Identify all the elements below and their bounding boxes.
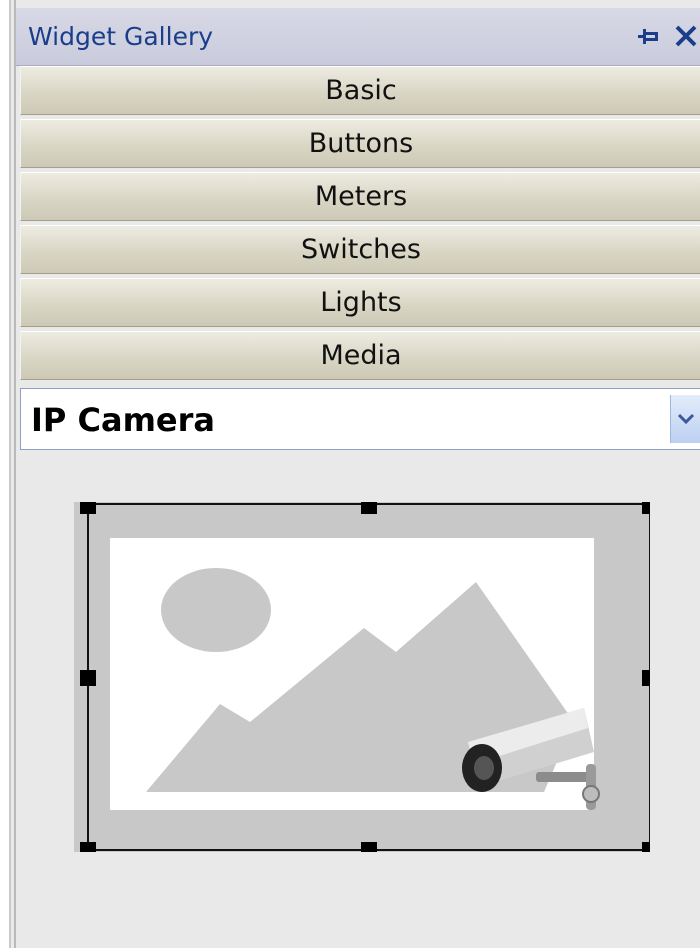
widget-type-select[interactable]: IP Camera <box>20 388 700 450</box>
category-media-button[interactable]: Media <box>20 331 700 380</box>
panel-title: Widget Gallery <box>28 22 214 51</box>
category-basic-button[interactable]: Basic <box>20 66 700 115</box>
dropdown-button[interactable] <box>670 395 700 443</box>
handle-mr <box>642 670 650 686</box>
handle-tm <box>361 502 377 514</box>
chevron-down-icon <box>677 413 695 425</box>
handle-tr <box>642 502 650 514</box>
widget-type-value: IP Camera <box>31 401 215 439</box>
handle-bm <box>361 842 377 852</box>
widget-gallery-panel: Widget Gallery Basic Buttons Meters Swit… <box>14 0 700 948</box>
category-buttons-button[interactable]: Buttons <box>20 119 700 168</box>
handle-br <box>642 842 650 852</box>
ip-camera-widget-preview[interactable] <box>74 502 650 852</box>
category-lights-button[interactable]: Lights <box>20 278 700 327</box>
category-list: Basic Buttons Meters Switches Lights Med… <box>20 66 700 384</box>
category-switches-button[interactable]: Switches <box>20 225 700 274</box>
handle-tl <box>80 502 96 514</box>
sun-icon <box>161 568 271 652</box>
pin-icon[interactable] <box>636 24 662 50</box>
close-icon[interactable] <box>672 22 700 50</box>
panel-titlebar: Widget Gallery <box>16 8 700 66</box>
category-meters-button[interactable]: Meters <box>20 172 700 221</box>
outer-window-border <box>0 0 14 948</box>
handle-ml <box>80 670 96 686</box>
handle-bl <box>80 842 96 852</box>
